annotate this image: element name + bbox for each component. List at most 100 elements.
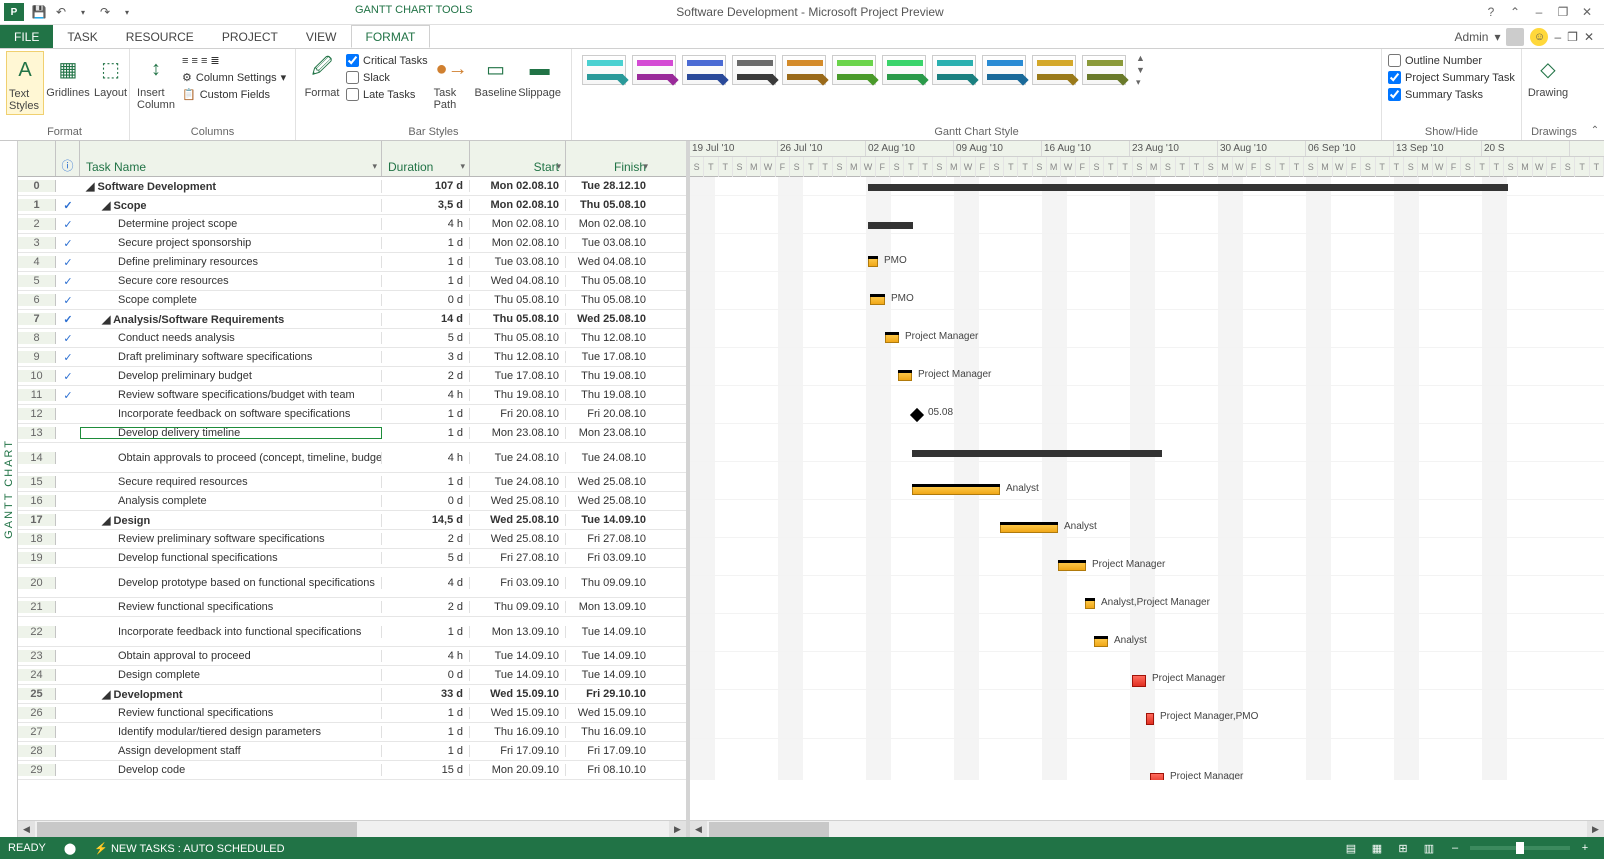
chart-row[interactable]: Project Manager [690,671,1604,690]
scroll-right-icon[interactable]: ▶ [669,821,686,838]
finish-cell[interactable]: Fri 03.09.10 [566,552,652,564]
task-name-cell[interactable]: Identify modular/tiered design parameter… [80,726,382,738]
start-cell[interactable]: Mon 20.09.10 [470,764,566,776]
row-number[interactable]: 0 [18,180,56,192]
row-number[interactable]: 17 [18,514,56,526]
start-cell[interactable]: Thu 05.08.10 [470,332,566,344]
task-name-cell[interactable]: ◢ Software Development [80,180,382,193]
duration-cell[interactable]: 0 d [382,669,470,681]
chart-row[interactable]: Analyst,Project Manager [690,595,1604,614]
row-number[interactable]: 28 [18,745,56,757]
format-bar-button[interactable]: 🖉Format [302,51,342,101]
table-row[interactable]: 20 Develop prototype based on functional… [18,568,686,598]
row-number[interactable]: 19 [18,552,56,564]
finish-cell[interactable]: Thu 05.08.10 [566,199,652,211]
finish-cell[interactable]: Thu 19.08.10 [566,389,652,401]
row-number[interactable]: 13 [18,427,56,439]
table-row[interactable]: 25 ◢ Development 33 d Wed 15.09.10 Fri 2… [18,685,686,704]
duration-cell[interactable]: 5 d [382,332,470,344]
finish-cell[interactable]: Tue 28.12.10 [566,180,652,192]
row-number[interactable]: 24 [18,669,56,681]
finish-cell[interactable]: Fri 17.09.10 [566,745,652,757]
task-name-cell[interactable]: Review functional specifications [80,601,382,613]
table-row[interactable]: 28 Assign development staff 1 d Fri 17.0… [18,742,686,761]
start-cell[interactable]: Thu 05.08.10 [470,313,566,325]
zoom-in-icon[interactable]: + [1574,839,1596,857]
late-tasks-checkbox[interactable]: Late Tasks [346,87,428,102]
view-gantt-icon[interactable]: ▤ [1340,839,1362,857]
finish-cell[interactable]: Wed 04.08.10 [566,256,652,268]
start-cell[interactable]: Wed 04.08.10 [470,275,566,287]
row-number[interactable]: 27 [18,726,56,738]
finish-cell[interactable]: Mon 13.09.10 [566,601,652,613]
zoom-slider[interactable] [1470,846,1570,850]
task-name-cell[interactable]: Develop prototype based on functional sp… [80,577,382,589]
duration-cell[interactable]: 4 h [382,389,470,401]
row-number[interactable]: 8 [18,332,56,344]
duration-cell[interactable]: 15 d [382,764,470,776]
task-name-cell[interactable]: Secure required resources [80,476,382,488]
start-cell[interactable]: Tue 14.09.10 [470,650,566,662]
row-number[interactable]: 4 [18,256,56,268]
start-cell[interactable]: Wed 15.09.10 [470,688,566,700]
table-row[interactable]: 19 Develop functional specifications 5 d… [18,549,686,568]
table-row[interactable]: 26 Review functional specifications 1 d … [18,704,686,723]
table-row[interactable]: 21 Review functional specifications 2 d … [18,598,686,617]
finish-cell[interactable]: Wed 15.09.10 [566,707,652,719]
select-all-cell[interactable] [18,141,56,176]
task-name-cell[interactable]: Review functional specifications [80,707,382,719]
finish-cell[interactable]: Thu 19.08.10 [566,370,652,382]
chart-row[interactable]: PMO [690,253,1604,272]
row-number[interactable]: 20 [18,577,56,589]
duration-cell[interactable]: 33 d [382,688,470,700]
duration-cell[interactable]: 1 d [382,476,470,488]
task-name-cell[interactable]: Develop code [80,764,382,776]
row-number[interactable]: 23 [18,650,56,662]
gantt-style-swatch[interactable] [982,55,1026,85]
row-number[interactable]: 15 [18,476,56,488]
duration-cell[interactable]: 0 d [382,495,470,507]
milestone-marker[interactable] [910,408,924,422]
start-cell[interactable]: Fri 27.08.10 [470,552,566,564]
table-row[interactable]: 0 ◢ Software Development 107 d Mon 02.08… [18,177,686,196]
start-cell[interactable]: Thu 09.09.10 [470,601,566,613]
undo-button[interactable]: ↶ [50,1,72,23]
finish-cell[interactable]: Tue 14.09.10 [566,514,652,526]
redo-button[interactable]: ↷ [94,1,116,23]
tab-task[interactable]: TASK [53,25,111,48]
start-cell[interactable]: Fri 20.08.10 [470,408,566,420]
duration-cell[interactable]: 0 d [382,294,470,306]
row-number[interactable]: 25 [18,688,56,700]
table-row[interactable]: 11 ✓ Review software specifications/budg… [18,386,686,405]
task-name-cell[interactable]: Secure core resources [80,275,382,287]
duration-cell[interactable]: 2 d [382,533,470,545]
feedback-icon[interactable]: ☺ [1530,28,1548,46]
table-row[interactable]: 6 ✓ Scope complete 0 d Thu 05.08.10 Thu … [18,291,686,310]
layout-button[interactable]: ⬚Layout [92,51,129,101]
gantt-style-swatch[interactable] [1082,55,1126,85]
baseline-button[interactable]: ▭Baseline [476,51,516,101]
column-settings-button[interactable]: ⚙ Column Settings ▾ [180,70,288,85]
chart-row[interactable] [690,177,1604,196]
qat-customize[interactable]: ▾ [116,1,138,23]
row-number[interactable]: 2 [18,218,56,230]
row-number[interactable]: 10 [18,370,56,382]
start-cell[interactable]: Wed 25.08.10 [470,495,566,507]
duration-cell[interactable]: 14,5 d [382,514,470,526]
duration-cell[interactable]: 1 d [382,626,470,638]
chart-row[interactable]: 05.08 [690,405,1604,424]
chart-row[interactable] [690,215,1604,234]
chart-hscroll[interactable]: ◀ ▶ [690,820,1604,837]
duration-cell[interactable]: 3 d [382,351,470,363]
chart-row[interactable] [690,443,1604,462]
row-number[interactable]: 11 [18,389,56,401]
table-row[interactable]: 9 ✓ Draft preliminary software specifica… [18,348,686,367]
row-number[interactable]: 14 [18,452,56,464]
ribbon-collapse-button[interactable]: ⌃ [1506,5,1524,19]
duration-cell[interactable]: 1 d [382,256,470,268]
finish-cell[interactable]: Thu 12.08.10 [566,332,652,344]
outline-number-checkbox[interactable]: Outline Number [1388,53,1515,68]
critical-tasks-checkbox[interactable]: Critical Tasks [346,53,428,68]
row-number[interactable]: 12 [18,408,56,420]
finish-cell[interactable]: Wed 25.08.10 [566,313,652,325]
